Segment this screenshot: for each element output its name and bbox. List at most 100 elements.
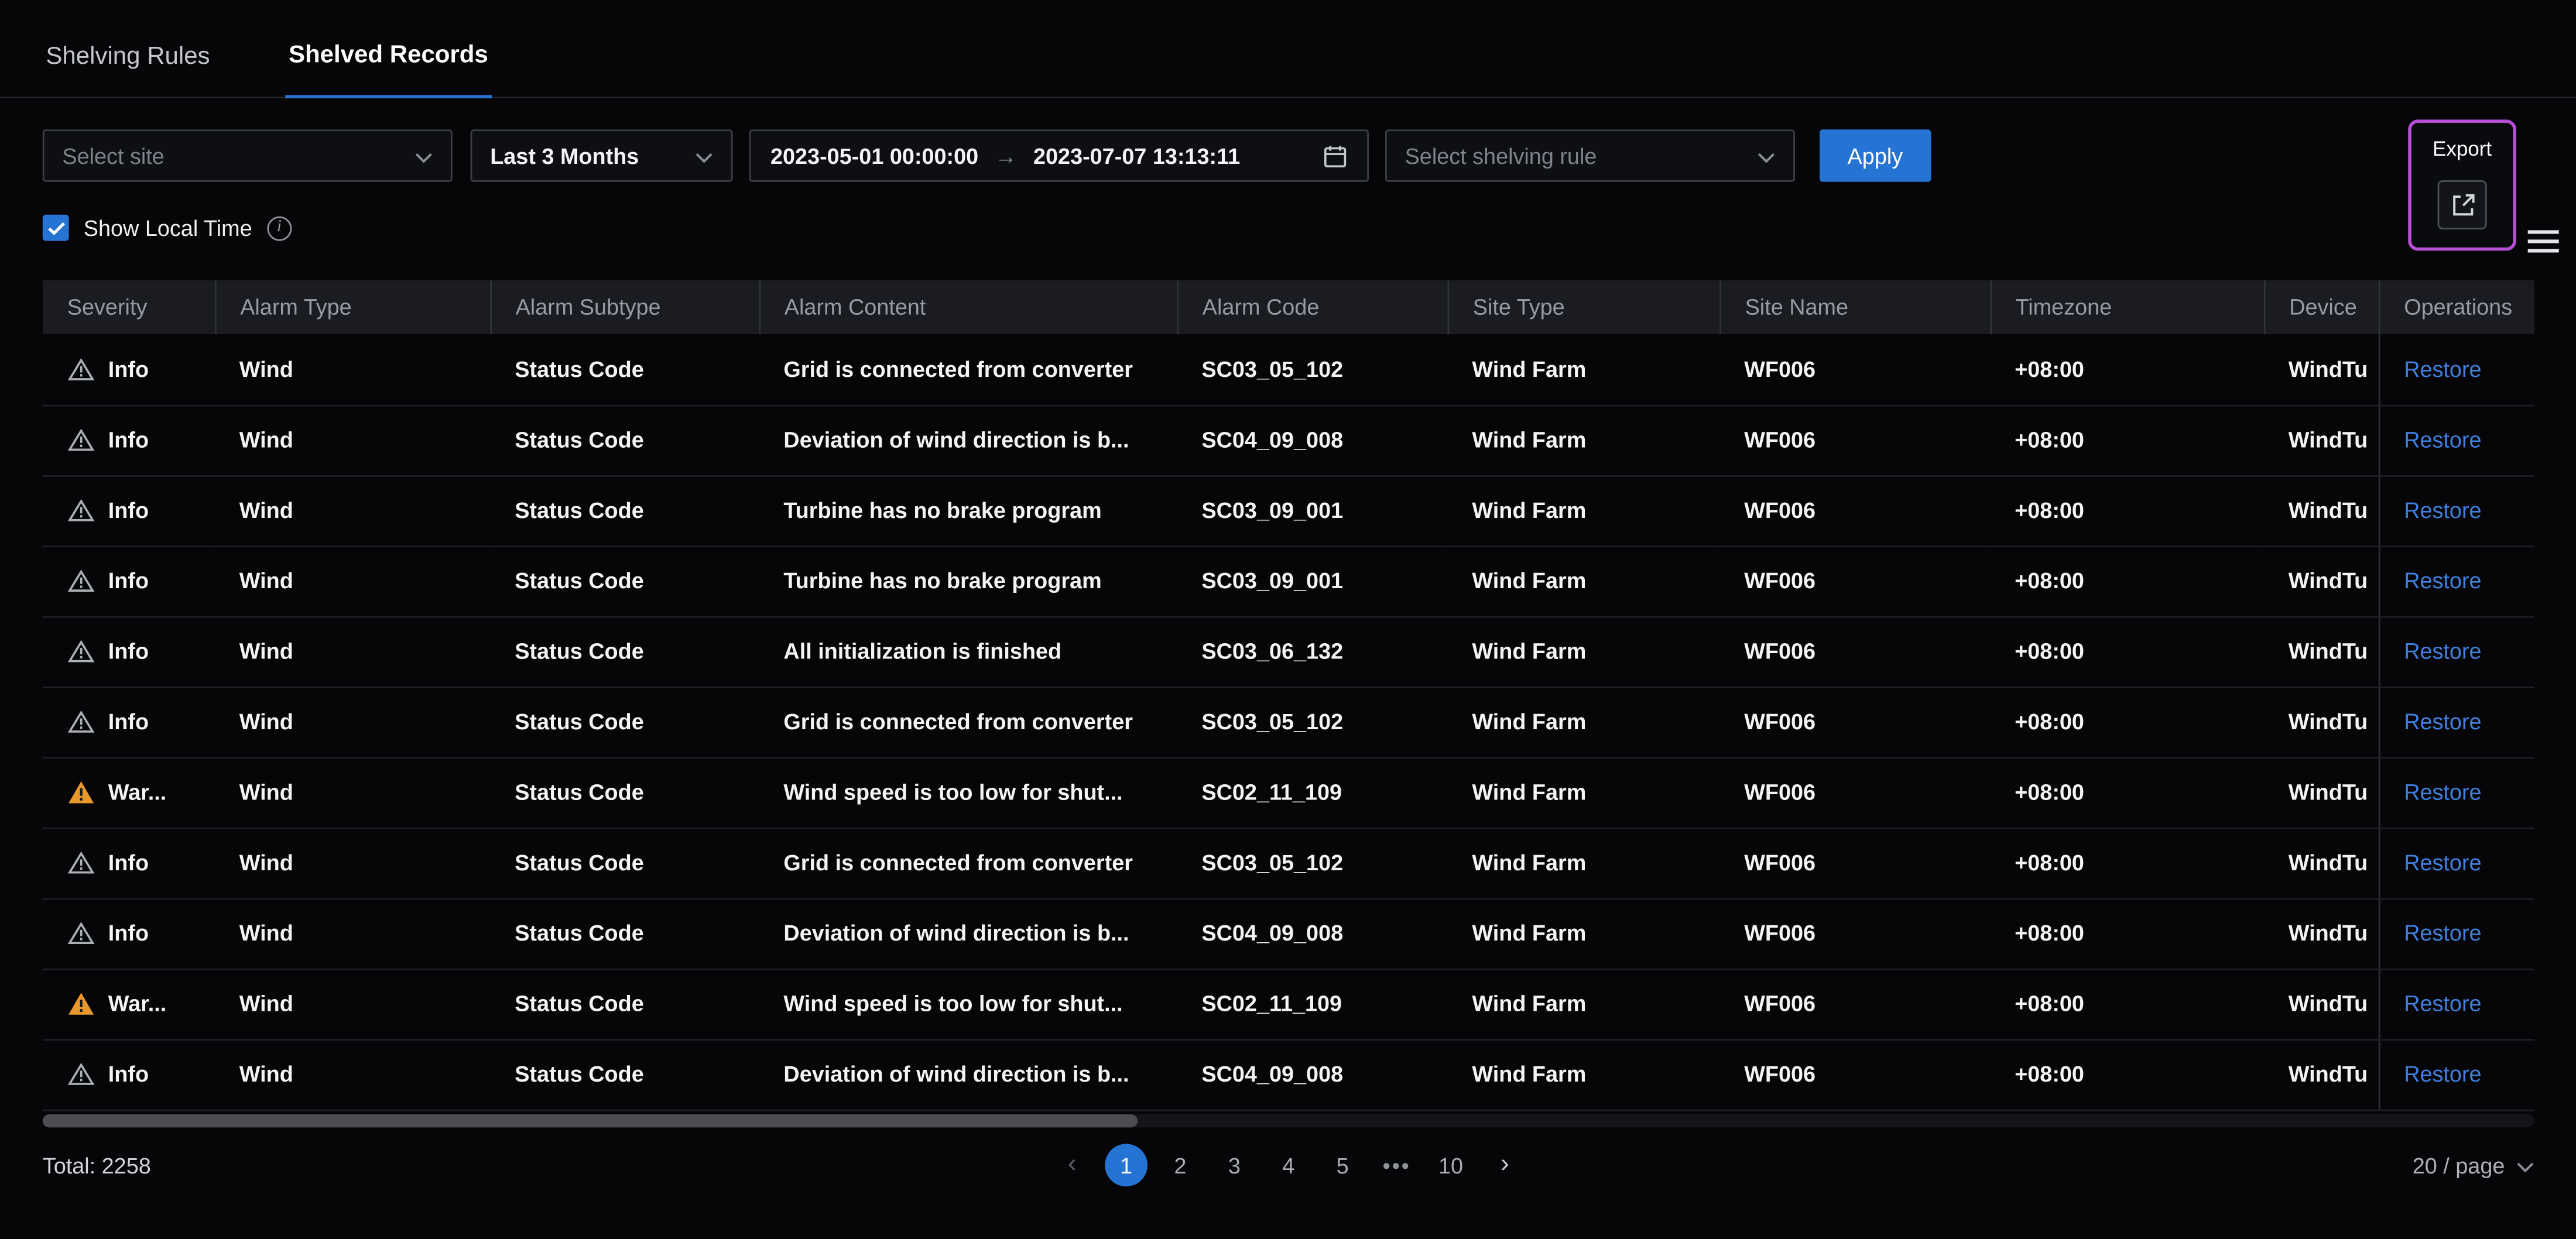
column-settings-button[interactable] [2527,229,2559,254]
pagination-page-2[interactable]: 2 [1159,1144,1202,1186]
date-start-value[interactable]: 2023-05-01 00:00:00 [770,143,978,168]
column-header-operations: Operations [2378,280,2534,335]
column-header-site-type: Site Type [1447,280,1721,335]
restore-link[interactable]: Restore [2404,850,2481,875]
warning-triangle-icon [67,780,95,805]
site-select[interactable]: Select site [42,129,453,182]
site-select-placeholder: Select site [62,143,165,168]
info-icon[interactable]: i [266,215,292,241]
info-triangle-icon [67,1062,95,1086]
time-range-select[interactable]: Last 3 Months [470,129,733,182]
table-header-row: Severity Alarm Type Alarm Subtype Alarm Con… [42,280,2534,335]
cell-site-name: WF006 [1719,404,1991,476]
restore-link[interactable]: Restore [2404,357,2481,382]
cell-severity: Info [42,545,215,617]
cell-site-name: WF006 [1719,616,1991,688]
restore-link[interactable]: Restore [2404,428,2481,452]
cell-site-name: WF006 [1719,687,1991,758]
cell-site-type: Wind Farm [1447,616,1720,688]
pagination-page-4[interactable]: 4 [1267,1144,1310,1186]
table-row: War... Wind Status Code Wind speed is too l… [42,757,2534,829]
horizontal-scrollbar[interactable] [42,1113,2534,1127]
pagination-prev[interactable]: ‹ [1051,1144,1094,1186]
pagination-next[interactable]: › [1484,1144,1526,1186]
table-row: Info Wind Status Code All initialization is… [42,616,2534,688]
tab-shelving-rules[interactable]: Shelving Rules [43,43,213,97]
pagination-ellipsis[interactable]: ••• [1375,1144,1418,1186]
date-range-picker[interactable]: 2023-05-01 00:00:00 → 2023-07-07 13:13:1… [749,129,1369,182]
cell-timezone: +08:00 [1990,968,2264,1040]
filter-bar: Select site Last 3 Months 2023-05-01 00:… [0,98,2576,182]
apply-button[interactable]: Apply [1820,129,1931,182]
scrollbar-thumb[interactable] [42,1113,1138,1127]
cell-operations: Restore [2378,757,2534,829]
export-highlight-box: Export [2408,119,2516,251]
cell-device: WindTu [2263,475,2379,547]
restore-link[interactable]: Restore [2404,569,2481,593]
restore-link[interactable]: Restore [2404,921,2481,946]
alarm-table: Severity Alarm Type Alarm Subtype Alarm Con… [42,280,2534,1110]
info-triangle-icon [67,498,95,523]
severity-label: Info [108,498,149,523]
warning-triangle-icon [67,991,95,1016]
cell-alarm-type: Wind [214,828,491,899]
severity-label: Info [108,921,149,946]
date-end-value[interactable]: 2023-07-07 13:13:11 [1033,143,1240,168]
cell-device: WindTu [2263,757,2379,829]
calendar-icon [1323,143,1348,168]
table-row: Info Wind Status Code Grid is connected fro… [42,828,2534,899]
cell-timezone: +08:00 [1990,616,2264,688]
pagination-page-3[interactable]: 3 [1213,1144,1256,1186]
info-triangle-icon [67,428,95,452]
table-row: Info Wind Status Code Grid is connected fro… [42,334,2534,406]
shelving-rule-select[interactable]: Select shelving rule [1385,129,1795,182]
export-button[interactable] [2437,180,2487,229]
severity-label: War... [108,991,167,1016]
cell-timezone: +08:00 [1990,757,2264,829]
cell-operations: Restore [2378,898,2534,970]
restore-link[interactable]: Restore [2404,1062,2481,1086]
restore-link[interactable]: Restore [2404,991,2481,1016]
cell-alarm-type: Wind [214,334,491,406]
column-header-device: Device [2263,280,2380,335]
cell-operations: Restore [2378,545,2534,617]
cell-severity: War... [42,757,215,829]
severity-label: Info [108,850,149,876]
table-body: Info Wind Status Code Grid is connected fro… [42,334,2534,1110]
cell-site-name: WF006 [1719,898,1991,970]
tab-bar: Shelving Rules Shelved Records [0,0,2576,98]
restore-link[interactable]: Restore [2404,709,2481,734]
info-triangle-icon [67,639,95,664]
pagination-page-10[interactable]: 10 [1430,1144,1472,1186]
cell-severity: Info [42,828,215,899]
cell-operations: Restore [2378,616,2534,688]
cell-alarm-type: Wind [214,687,491,758]
cell-device: WindTu [2263,334,2379,406]
cell-site-name: WF006 [1719,475,1991,547]
page-size-select[interactable]: 20 / page [2413,1153,2534,1178]
table-row: War... Wind Status Code Wind speed is too l… [42,968,2534,1040]
arrow-right-icon: → [995,143,1018,168]
cell-operations: Restore [2378,1039,2534,1110]
cell-alarm-content: Grid is connected from converter [759,687,1177,758]
cell-site-name: WF006 [1719,757,1991,829]
pagination-page-1[interactable]: 1 [1105,1144,1147,1187]
cell-alarm-code: SC04_09_008 [1177,404,1448,476]
column-header-site-name: Site Name [1719,280,1991,335]
column-header-alarm-content: Alarm Content [759,280,1178,335]
cell-alarm-subtype: Status Code [490,968,759,1040]
cell-alarm-type: Wind [214,475,491,547]
pagination-page-5[interactable]: 5 [1321,1144,1364,1186]
cell-site-type: Wind Farm [1447,687,1720,758]
cell-alarm-subtype: Status Code [490,757,759,829]
restore-link[interactable]: Restore [2404,498,2481,523]
chevron-down-icon [1758,143,1776,168]
cell-site-type: Wind Farm [1447,545,1720,617]
show-local-time-checkbox[interactable] [42,214,69,241]
cell-site-type: Wind Farm [1447,475,1720,547]
tab-shelved-records[interactable]: Shelved Records [285,41,492,98]
restore-link[interactable]: Restore [2404,639,2481,664]
restore-link[interactable]: Restore [2404,780,2481,805]
cell-site-name: WF006 [1719,1039,1991,1110]
cell-alarm-code: SC03_09_001 [1177,475,1448,547]
